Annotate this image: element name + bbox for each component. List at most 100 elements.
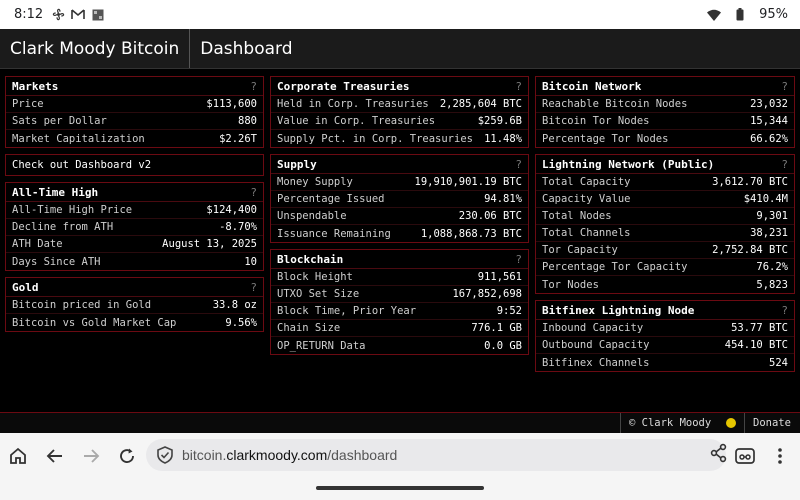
stat-row: Total Nodes 9,301	[536, 208, 794, 225]
panel-checkout-v2[interactable]: Check out Dashboard v2	[5, 154, 264, 176]
page-title: Dashboard	[200, 38, 293, 59]
stat-value: $259.6B	[477, 115, 522, 127]
url-bar[interactable]: bitcoin. clarkmoody.com/dashboard	[146, 439, 728, 471]
help-icon[interactable]: ?	[515, 253, 522, 266]
panel-title: All-Time High	[12, 185, 99, 199]
stat-label: Price	[12, 98, 44, 110]
stat-row: Decline from ATH -8.70%	[6, 219, 263, 236]
column-right: Bitcoin Network? Reachable Bitcoin Nodes…	[535, 76, 795, 378]
stat-row: Capacity Value $410.4M	[536, 191, 794, 208]
stat-label: Bitcoin priced in Gold	[12, 299, 152, 311]
stat-label: Total Channels	[542, 227, 631, 239]
panel-title: Bitfinex Lightning Node	[542, 303, 695, 317]
stat-value: $2.26T	[219, 132, 257, 145]
stat-row: Money Supply 19,910,901.19 BTC	[271, 174, 528, 191]
help-icon[interactable]: ?	[781, 80, 788, 93]
stat-label: Block Time, Prior Year	[277, 305, 417, 317]
stat-label: Days Since ATH	[12, 255, 101, 268]
stat-label: Money Supply	[277, 176, 353, 188]
back-icon[interactable]	[37, 438, 73, 474]
stat-label: Decline from ATH	[12, 221, 114, 233]
stat-value: 15,344	[750, 115, 788, 127]
help-icon[interactable]: ?	[515, 158, 522, 171]
stat-row: Outbound Capacity 454.10 BTC	[536, 337, 794, 354]
stat-row: Market Capitalization $2.26T	[6, 130, 263, 147]
panel-title: Blockchain	[277, 252, 344, 266]
column-middle: Corporate Treasuries? Held in Corp. Trea…	[270, 76, 529, 361]
dashboard-content: Markets? Price $113,600 Sats per Dollar 88…	[0, 70, 800, 412]
stat-value: 5,823	[756, 278, 788, 291]
stat-label: Unspendable	[277, 210, 347, 222]
battery-icon	[733, 8, 747, 22]
stat-row: Block Time, Prior Year 9:52	[271, 303, 528, 320]
stat-value: $410.4M	[743, 193, 788, 205]
stat-row: Percentage Tor Nodes 66.62%	[536, 130, 794, 147]
battery-percent: 95%	[759, 7, 788, 22]
stat-label: Percentage Tor Capacity	[542, 261, 688, 273]
copyright-link[interactable]: © Clark Moody	[620, 413, 719, 433]
stat-row: Days Since ATH 10	[6, 253, 263, 270]
help-icon[interactable]: ?	[250, 80, 257, 93]
url-path: /dashboard	[327, 447, 398, 463]
stat-value: 524	[769, 356, 788, 369]
dashboard-v2-link[interactable]: Check out Dashboard v2	[6, 155, 263, 175]
stat-value: 23,032	[750, 98, 788, 110]
stat-row: Bitcoin vs Gold Market Cap 9.56%	[6, 314, 263, 331]
panel-title: Gold	[12, 280, 39, 294]
stat-value: 66.62%	[750, 132, 788, 145]
stat-row: Total Capacity 3,612.70 BTC	[536, 174, 794, 191]
stat-row: UTXO Set Size 167,852,698	[271, 286, 528, 303]
stat-row: Tor Nodes 5,823	[536, 276, 794, 293]
stat-label: Percentage Tor Nodes	[542, 132, 669, 145]
stat-row: Chain Size 776.1 GB	[271, 320, 528, 337]
stat-value: 9:52	[496, 305, 522, 317]
stat-label: Total Nodes	[542, 210, 612, 222]
stat-row: OP_RETURN Data 0.0 GB	[271, 337, 528, 354]
panel-title: Lightning Network (Public)	[542, 157, 715, 171]
stat-value: 454.10 BTC	[724, 339, 788, 351]
home-icon[interactable]	[0, 438, 36, 474]
stat-value: 53.77 BTC	[731, 322, 788, 334]
stat-row: Value in Corp. Treasuries $259.6B	[271, 113, 528, 130]
site-footer: © Clark Moody Donate	[0, 412, 800, 433]
donate-link[interactable]: Donate	[744, 413, 799, 433]
reload-icon[interactable]	[109, 438, 145, 474]
more-menu-icon[interactable]	[762, 438, 798, 474]
stat-row: Held in Corp. Treasuries 2,285,604 BTC	[271, 96, 528, 113]
stat-label: Supply Pct. in Corp. Treasuries	[277, 132, 473, 145]
panel-gold: Gold? Bitcoin priced in Gold 33.8 oz Bitc…	[5, 277, 264, 332]
status-bar: 8:12 95%	[0, 0, 800, 29]
shield-check-icon[interactable]	[154, 446, 176, 464]
stat-value: 880	[238, 115, 257, 127]
stat-value: 94.81%	[484, 193, 522, 205]
stat-row: Block Height 911,561	[271, 269, 528, 286]
stat-row: Tor Capacity 2,752.84 BTC	[536, 242, 794, 259]
stat-value: 9.56%	[225, 316, 257, 329]
panel-supply: Supply? Money Supply 19,910,901.19 BTC Pe…	[270, 154, 529, 243]
panel-corporate-treasuries: Corporate Treasuries? Held in Corp. Trea…	[270, 76, 529, 148]
stat-row: Price $113,600	[6, 96, 263, 113]
help-icon[interactable]: ?	[250, 186, 257, 199]
forward-icon[interactable]	[73, 438, 109, 474]
column-left: Markets? Price $113,600 Sats per Dollar 88…	[5, 76, 264, 338]
gesture-handle[interactable]	[316, 486, 484, 490]
panel-bitcoin-network: Bitcoin Network? Reachable Bitcoin Nodes…	[535, 76, 795, 148]
share-icon[interactable]	[710, 443, 728, 466]
status-dot-icon	[726, 418, 736, 428]
stat-row: Supply Pct. in Corp. Treasuries 11.48%	[271, 130, 528, 147]
stat-label: Block Height	[277, 271, 353, 283]
stat-label: Sats per Dollar	[12, 115, 107, 127]
stat-row: Percentage Tor Capacity 76.2%	[536, 259, 794, 276]
stat-row: Inbound Capacity 53.77 BTC	[536, 320, 794, 337]
stat-value: 2,285,604 BTC	[439, 98, 522, 110]
help-icon[interactable]: ?	[781, 304, 788, 317]
stat-label: Capacity Value	[542, 193, 631, 205]
stat-label: Held in Corp. Treasuries	[277, 98, 429, 110]
stat-label: All-Time High Price	[12, 204, 133, 216]
help-icon[interactable]: ?	[781, 158, 788, 171]
panel-blockchain: Blockchain? Block Height 911,561 UTXO Set…	[270, 249, 529, 355]
site-brand[interactable]: Clark Moody Bitcoin	[0, 29, 191, 68]
help-icon[interactable]: ?	[515, 80, 522, 93]
help-icon[interactable]: ?	[250, 281, 257, 294]
incognito-tabs-icon[interactable]	[727, 438, 763, 474]
